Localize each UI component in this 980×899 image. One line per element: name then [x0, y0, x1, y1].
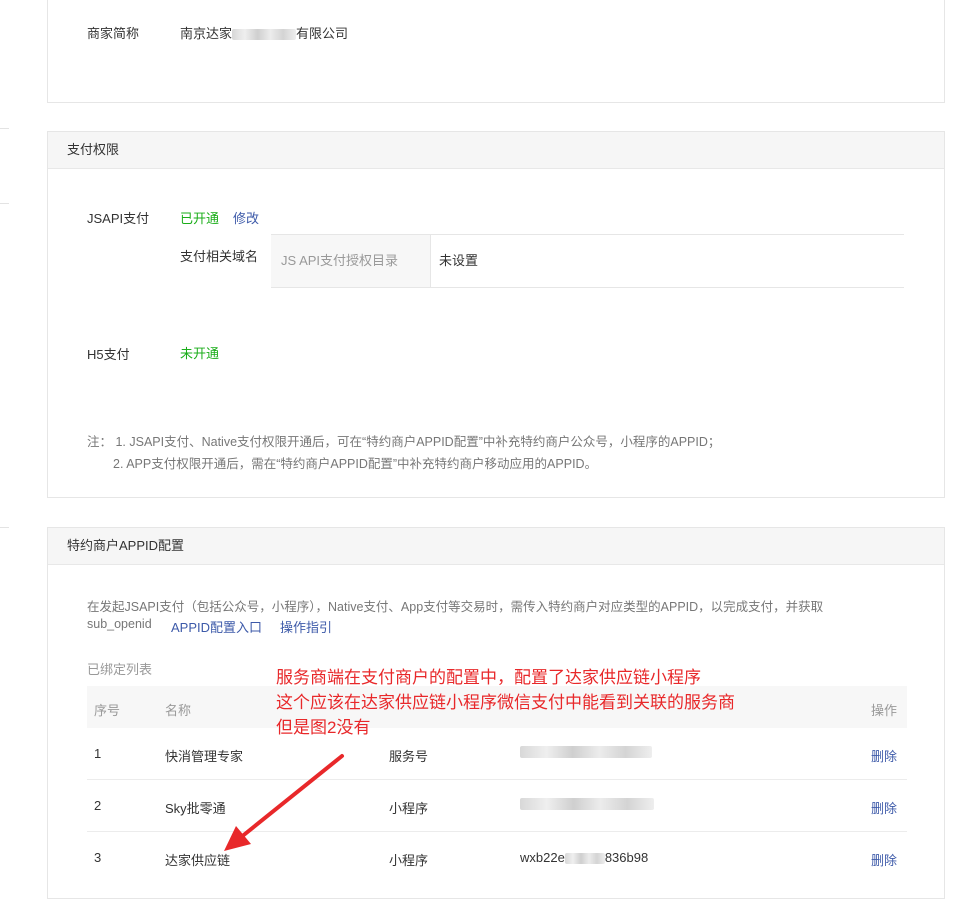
row-divider [87, 831, 907, 832]
row-3-type: 小程序 [389, 853, 429, 868]
row-1-index: 1 [94, 746, 102, 761]
rail-divider [0, 203, 9, 204]
merchant-info-panel [47, 0, 945, 103]
row-2-name: Sky批零通 [165, 801, 226, 816]
row-2-type: 小程序 [389, 801, 429, 816]
row-1-type: 服务号 [389, 749, 429, 764]
row-2-delete-link[interactable]: 删除 [871, 798, 897, 817]
col-header-index: 序号 [94, 703, 121, 718]
pay-domain-table: JS API支付授权目录 未设置 [271, 234, 904, 288]
h5-status: 未开通 [180, 346, 220, 361]
appid-desc-line-1: 在发起JSAPI支付（包括公众号，小程序），Native支付、App支付等交易时… [87, 600, 824, 614]
row-1-appid-redacted [520, 746, 652, 758]
jsapi-status: 已开通 [180, 211, 220, 226]
col-header-name: 名称 [165, 703, 192, 718]
redacted-blur [564, 853, 605, 865]
row-3-name: 达家供应链 [165, 853, 231, 868]
pay-domain-label: 支付相关域名 [180, 249, 259, 264]
note-line-1: 注： 1. JSAPI支付、Native支付权限开通后，可在“特约商户APPID… [87, 435, 721, 449]
row-1-delete-link[interactable]: 删除 [871, 746, 897, 765]
merchant-short-name-value: 南京达家 有限公司 [180, 23, 348, 42]
row-3-appid: wxb22e 836b98 [520, 850, 648, 865]
merchant-short-name-label: 商家简称 [87, 26, 140, 41]
rail-divider [0, 128, 9, 129]
rail-divider [0, 527, 9, 528]
annotation-line-2: 这个应该在达家供应链小程序微信支付中能看到关联的服务商 [276, 693, 735, 712]
jsapi-auth-dir-key: JS API支付授权目录 [271, 235, 431, 287]
bound-list-label: 已绑定列表 [87, 662, 153, 677]
row-3-delete-link[interactable]: 删除 [871, 850, 897, 869]
jsapi-modify-link[interactable]: 修改 [233, 208, 259, 227]
col-header-action: 操作 [871, 703, 898, 718]
row-divider [87, 779, 907, 780]
row-3-appid-prefix: wxb22e [520, 850, 565, 865]
appid-config-title: 特约商户APPID配置 [48, 528, 944, 565]
merchant-name-prefix: 南京达家 [180, 26, 233, 41]
row-3-appid-suffix: 836b98 [604, 850, 649, 865]
redacted-blur [232, 29, 297, 41]
annotation-line-1: 服务商端在支付商户的配置中，配置了达家供应链小程序 [276, 668, 701, 687]
annotation-line-3: 但是图2没有 [276, 718, 371, 737]
note-line-2: 2. APP支付权限开通后，需在“特约商户APPID配置”中补充特约商户移动应用… [113, 457, 598, 471]
appid-desc-subopenid: sub_openid [87, 617, 152, 631]
row-3-index: 3 [94, 850, 102, 865]
jsapi-label: JSAPI支付 [87, 211, 150, 226]
pay-permission-title: 支付权限 [48, 132, 944, 169]
jsapi-auth-dir-value: 未设置 [439, 253, 479, 268]
operation-guide-link[interactable]: 操作指引 [280, 617, 332, 636]
row-1-name: 快消管理专家 [165, 749, 244, 764]
merchant-name-suffix: 有限公司 [296, 26, 349, 41]
row-2-appid-redacted [520, 798, 654, 810]
appid-config-entry-link[interactable]: APPID配置入口 [171, 617, 262, 636]
left-rail [0, 0, 10, 879]
row-2-index: 2 [94, 798, 102, 813]
h5-label: H5支付 [87, 347, 130, 362]
